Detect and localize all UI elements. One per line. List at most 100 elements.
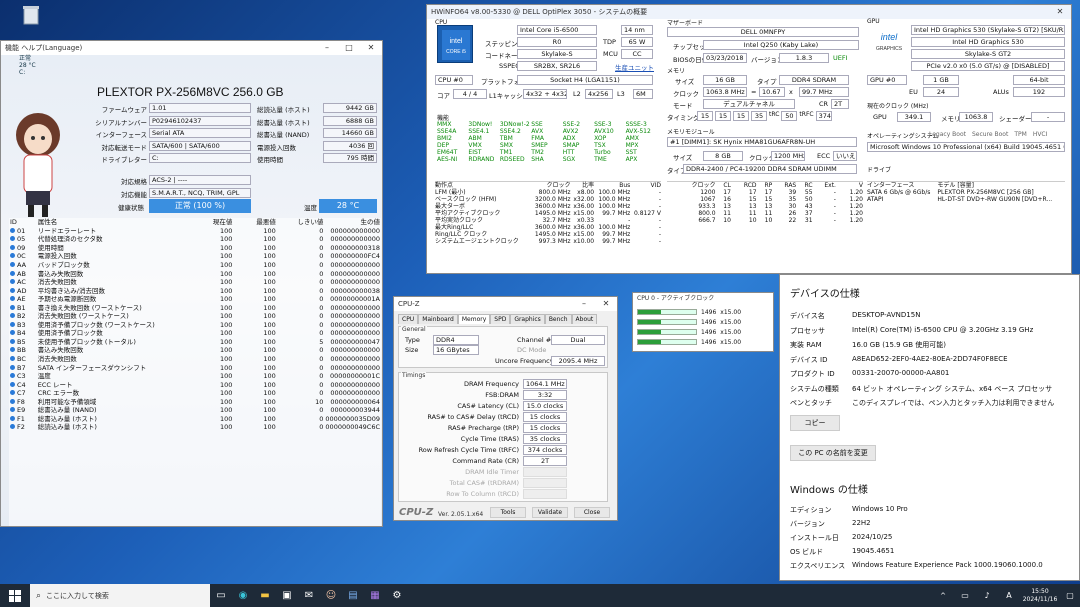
drive-row[interactable]: SATA 6 Gb/s @ 6Gb/s PLEXTOR PX-256M8VC [2… bbox=[867, 189, 1065, 196]
start-icon[interactable] bbox=[0, 584, 30, 607]
hwinfo-taskbar-icon[interactable]: ▤ bbox=[342, 584, 364, 607]
store-icon[interactable]: ▣ bbox=[276, 584, 298, 607]
rename-pc-button[interactable]: この PC の名前を変更 bbox=[790, 445, 876, 461]
notification-icon[interactable]: ▢ bbox=[1060, 584, 1080, 607]
smart-column-header[interactable]: しきい値 bbox=[277, 218, 325, 227]
minimize-icon[interactable]: – bbox=[316, 41, 338, 55]
settings-taskbar-icon[interactable]: ⚙ bbox=[386, 584, 408, 607]
smart-column-header[interactable]: ID bbox=[9, 218, 37, 227]
cpuz-tab[interactable]: Graphics bbox=[510, 314, 545, 324]
smart-row[interactable]: F2 総読込み量 (ホスト) 100 100 0 0000000049C6C bbox=[9, 423, 381, 432]
edge-icon[interactable]: ◉ bbox=[232, 584, 254, 607]
health-status-badge[interactable]: 正常 (100 %) bbox=[149, 199, 251, 213]
cpuz-tab[interactable]: CPU bbox=[398, 314, 419, 324]
cpuz-tab[interactable]: Mainboard bbox=[418, 314, 458, 324]
smart-row[interactable]: B2 消去失敗回数 (ワーストケース) 100 100 0 000000000000 bbox=[9, 312, 381, 321]
taskbar-search[interactable]: ⌕ ここに入力して検索 bbox=[30, 584, 210, 607]
status-dot-icon bbox=[10, 381, 15, 387]
os-tab[interactable]: HVCI bbox=[1033, 131, 1048, 138]
drive-status-mini[interactable]: 正常 28 °C C: bbox=[19, 55, 39, 76]
module-type-field: DDR4-2400 / PC4-19200 DDR4 SDRAM UDIMM bbox=[683, 164, 857, 174]
smart-row[interactable]: AB 書込み失敗回数 100 100 0 000000000000 bbox=[9, 269, 381, 278]
os-tab[interactable]: Legacy Boot bbox=[929, 131, 966, 138]
cpu-feature: TM2 bbox=[531, 149, 544, 156]
smart-row[interactable]: 01 リードエラーレート 100 100 0 000000000000 bbox=[9, 227, 381, 236]
smart-column-header[interactable]: 生の値 bbox=[324, 218, 381, 227]
cpuz-tab[interactable]: About bbox=[571, 314, 598, 324]
close-button[interactable]: Close bbox=[574, 507, 610, 518]
op-cell: 最大ターボ bbox=[435, 203, 466, 210]
cpu-feature: SSE4A bbox=[437, 128, 457, 135]
network-icon[interactable]: ▭ bbox=[954, 584, 976, 607]
clock-mhz: 1496 bbox=[701, 338, 717, 346]
minimize-icon[interactable]: – bbox=[573, 297, 595, 311]
smart-column-header[interactable]: 属性名 bbox=[37, 218, 186, 227]
smart-row[interactable]: F8 利用可能な予備領域 100 100 10 000000000064 bbox=[9, 397, 381, 406]
ime-indicator[interactable]: A bbox=[998, 584, 1020, 607]
os-tab[interactable]: TPM bbox=[1014, 131, 1026, 138]
smart-row[interactable]: AA バッドブロック数 100 100 0 000000000000 bbox=[9, 261, 381, 270]
memory-module-select[interactable]: #1 [DIMM1]: SK Hynix HMA81GU6AFR8N-UH bbox=[667, 137, 857, 147]
gpu-bits-field: 64-bit bbox=[1013, 75, 1065, 85]
clock[interactable]: 15:50 2024/11/16 bbox=[1020, 588, 1060, 604]
cpu-feature: AVX10 bbox=[594, 128, 614, 135]
smart-row[interactable]: B4 使用済予備ブロック数 100 100 0 000000000000 bbox=[9, 329, 381, 338]
crystaldiskinfo-taskbar-icon[interactable]: ☺ bbox=[320, 584, 342, 607]
smart-row[interactable]: E9 総書込み量 (NAND) 100 100 0 000000003944 bbox=[9, 406, 381, 415]
smart-row[interactable]: AE 予期せぬ電源断回数 100 100 0 00000000001A bbox=[9, 295, 381, 304]
drive-row[interactable]: ATAPI HL-DT-ST DVD+-RW GU90N [DVD+R... bbox=[867, 196, 1065, 203]
gpu-select[interactable]: GPU #0 bbox=[867, 75, 907, 85]
smart-row[interactable]: 0C 電源投入回数 100 100 0 000000000FC4 bbox=[9, 252, 381, 261]
smart-row[interactable]: C4 ECC レート 100 100 0 000000000000 bbox=[9, 380, 381, 389]
cpuz-taskbar-icon[interactable]: ▦ bbox=[364, 584, 386, 607]
close-icon[interactable]: ✕ bbox=[360, 41, 382, 55]
os-tab[interactable]: Secure Boot bbox=[972, 131, 1008, 138]
gpu-clock-field: 349.1 bbox=[897, 112, 931, 122]
mail-icon[interactable]: ✉ bbox=[298, 584, 320, 607]
close-icon[interactable]: ✕ bbox=[595, 297, 617, 311]
tools-button[interactable]: Tools bbox=[490, 507, 526, 518]
smart-row[interactable]: B1 書き換え失敗回数 (ワーストケース) 100 100 0 000000000000 bbox=[9, 303, 381, 312]
recycle-bin-icon[interactable] bbox=[20, 4, 42, 26]
smart-cell: 100 bbox=[233, 406, 276, 415]
cdi-menu[interactable]: 機能 ヘルプ(Language) bbox=[5, 44, 82, 52]
smart-cell-text: 0000000049C6C bbox=[325, 423, 380, 432]
production-unit-link[interactable]: 生産ユニット bbox=[615, 62, 654, 72]
tray-chevron-icon[interactable]: ^ bbox=[932, 584, 954, 607]
smart-row[interactable]: BB 書込み失敗回数 100 100 0 000000000000 bbox=[9, 346, 381, 355]
smart-row[interactable]: B7 SATA インターフェースダウンシフト 100 100 0 000000000000 bbox=[9, 363, 381, 372]
smart-row[interactable]: BC 消去失敗回数 100 100 0 000000000000 bbox=[9, 355, 381, 364]
temperature-badge[interactable]: 28 °C bbox=[319, 199, 377, 213]
task-view-icon[interactable]: ▭ bbox=[210, 584, 232, 607]
close-icon[interactable]: ✕ bbox=[1049, 5, 1071, 19]
volume-icon[interactable]: ♪ bbox=[976, 584, 998, 607]
smart-cell: 100 bbox=[186, 303, 233, 312]
smart-column-header[interactable]: 現在値 bbox=[186, 218, 233, 227]
smart-cell-text: 000000003944 bbox=[330, 406, 380, 415]
smart-row[interactable]: 09 使用時間 100 100 0 000000000318 bbox=[9, 244, 381, 253]
smart-row[interactable]: AC 消去失敗回数 100 100 0 000000000000 bbox=[9, 278, 381, 287]
smart-column-header[interactable]: 最悪値 bbox=[233, 218, 276, 227]
cpuz-tab[interactable]: SPD bbox=[490, 314, 511, 324]
smart-row[interactable]: AD 平均書き込み/消去回数 100 100 0 000000000038 bbox=[9, 286, 381, 295]
smart-row[interactable]: C7 CRC エラー数 100 100 0 000000000000 bbox=[9, 389, 381, 398]
smart-row[interactable]: F1 総書込み量 (ホスト) 100 100 0 0000000035D09 bbox=[9, 415, 381, 424]
explorer-icon[interactable]: ▬ bbox=[254, 584, 276, 607]
alus-field: 192 bbox=[1013, 87, 1065, 97]
smart-cell-text: 000000000000 bbox=[330, 269, 380, 278]
validate-button[interactable]: Validate bbox=[532, 507, 568, 518]
cpuz-tab[interactable]: Memory bbox=[457, 314, 491, 324]
copy-button[interactable]: コピー bbox=[790, 415, 840, 431]
smart-row[interactable]: B3 使用済予備ブロック数 (ワーストケース) 100 100 0 00000000000… bbox=[9, 321, 381, 330]
maximize-icon[interactable]: □ bbox=[338, 41, 360, 55]
cpuz-tab[interactable]: Bench bbox=[544, 314, 572, 324]
smart-cell-text: 100 bbox=[263, 243, 276, 252]
timing-label: Row Refresh Cycle Time (tRFC) bbox=[418, 446, 519, 454]
windows-spec-label: インストール日 bbox=[790, 534, 839, 542]
smart-cell: 代替処理済のセクタ数 bbox=[37, 235, 186, 244]
op-cell: 100.0 MHz bbox=[598, 203, 631, 210]
smart-row[interactable]: B5 未使用予備ブロック数 (トータル) 100 100 5 000000000047 bbox=[9, 338, 381, 347]
smart-row[interactable]: 05 代替処理済のセクタ数 100 100 0 000000000000 bbox=[9, 235, 381, 244]
smart-row[interactable]: C3 温度 100 100 0 00000000001C bbox=[9, 372, 381, 381]
cpu-select[interactable]: CPU #0 bbox=[435, 75, 473, 85]
